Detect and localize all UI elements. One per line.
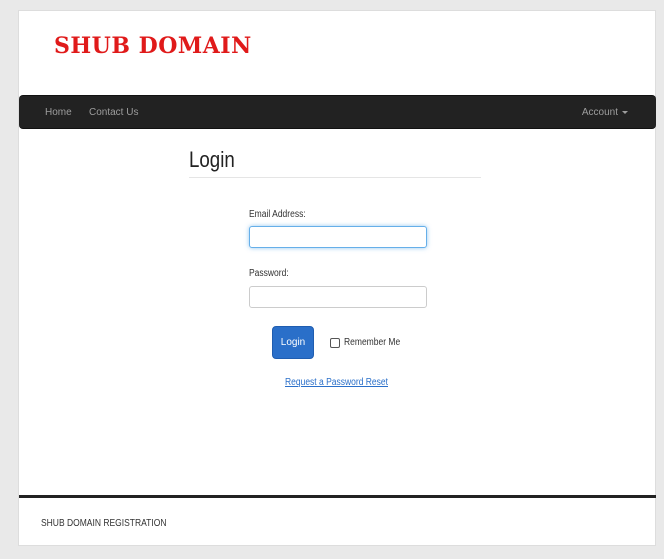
nav-account-label: Account: [581, 107, 618, 118]
password-label: Password:: [249, 268, 289, 279]
main-container: SHUB DOMAIN Home Contact Us Account Logi…: [18, 10, 656, 546]
footer-divider: [19, 495, 656, 498]
page-title: Login: [189, 147, 235, 172]
password-field[interactable]: [249, 286, 427, 308]
page-background: SHUB DOMAIN Home Contact Us Account Logi…: [0, 0, 664, 559]
email-label: Email Address:: [249, 209, 306, 220]
caret-down-icon: [622, 110, 628, 114]
nav-account-dropdown[interactable]: Account: [582, 107, 628, 118]
email-field[interactable]: [249, 226, 427, 248]
remember-me-label[interactable]: Remember Me: [344, 337, 400, 348]
site-logo[interactable]: SHUB DOMAIN: [54, 33, 252, 59]
nav-home-link[interactable]: Home: [45, 107, 72, 118]
remember-me-checkbox[interactable]: [330, 337, 340, 348]
title-divider: [189, 177, 481, 178]
top-navbar: Home Contact Us Account: [19, 95, 656, 129]
remember-me-option[interactable]: Remember Me: [330, 337, 410, 348]
footer-text: SHUB DOMAIN REGISTRATION: [41, 518, 167, 529]
nav-contact-link[interactable]: Contact Us: [89, 107, 138, 118]
login-button[interactable]: Login: [272, 326, 314, 359]
password-reset-link[interactable]: Request a Password Reset: [285, 377, 388, 388]
